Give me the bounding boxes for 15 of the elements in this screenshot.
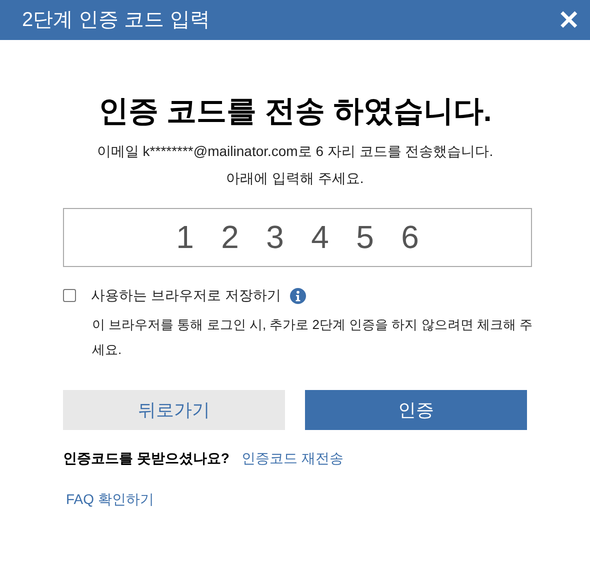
heading: 인증 코드를 전송 하였습니다. [98,94,492,130]
code-input-field[interactable]: 123456 [63,208,532,267]
verify-button[interactable]: 인증 [305,390,527,430]
remember-help-text: 이 브라우저를 통해 로그인 시, 추가로 2단계 인증을 하지 않으려면 체크해 주세요. [92,316,534,359]
remember-checkbox[interactable] [63,289,76,302]
info-icon[interactable] [290,288,306,304]
back-button[interactable]: 뒤로가기 [63,390,285,430]
remember-label[interactable]: 사용하는 브라우저로 저장하기 [91,285,281,306]
close-button[interactable]: ✕ [554,7,584,33]
resend-question: 인증코드를 못받으셨나요? [63,449,230,468]
faq-link[interactable]: FAQ 확인하기 [66,489,154,510]
dialog-title: 2단계 인증 코드 입력 [22,8,210,33]
resend-link[interactable]: 인증코드 재전송 [241,448,344,469]
message-text: 이메일 k********@mailinator.com로 6 자리 코드를 전송했습니다. [96,142,494,161]
message-text: 아래에 입력해 주세요. [226,169,364,188]
